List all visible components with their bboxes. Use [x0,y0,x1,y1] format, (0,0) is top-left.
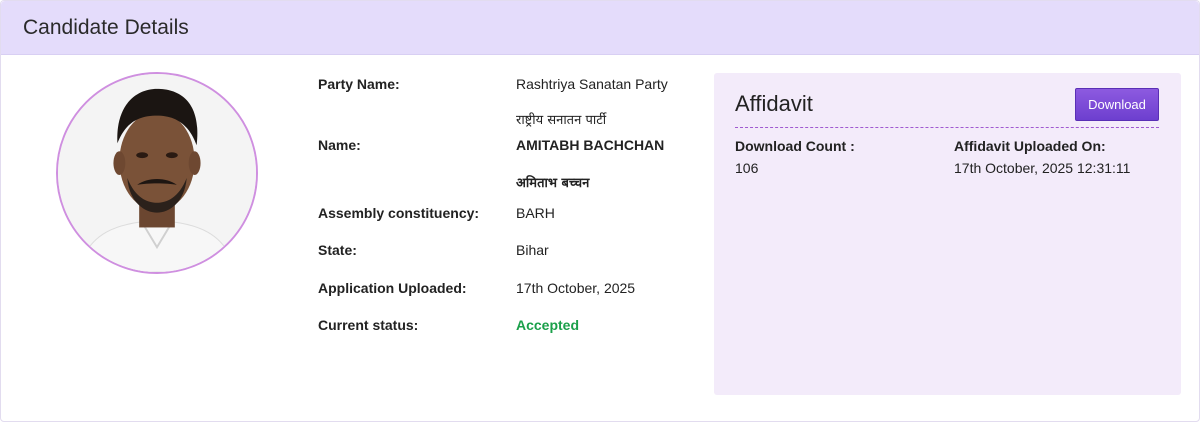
affidavit-uploaded-on-value: 17th October, 2025 12:31:11 [954,160,1131,176]
name-value-hindi: अमिताभ बच्चन [516,176,590,191]
affidavit-panel: Affidavit Download Download Count : 106 … [714,73,1181,395]
page-title: Candidate Details [23,16,189,39]
download-count-value: 106 [735,160,759,176]
download-count-label: Download Count : [735,138,855,154]
application-uploaded-label: Application Uploaded: [318,280,467,296]
download-button[interactable]: Download [1075,88,1159,121]
constituency-value: BARH [516,205,555,221]
party-name-value-hindi: राष्ट्रीय सनातन पार्टी [516,113,607,128]
party-name-label: Party Name: [318,76,400,92]
affidavit-uploaded-on-label: Affidavit Uploaded On: [954,138,1106,154]
status-badge: Accepted [516,317,580,333]
state-value: Bihar [516,242,549,258]
name-value: AMITABH BACHCHAN [516,137,665,153]
card-header: Candidate Details [1,1,1199,55]
name-label: Name: [318,137,361,153]
candidate-details-card: Candidate Details Party Name: Rashtriya … [0,0,1200,422]
party-name-value: Rashtriya Sanatan Party [516,76,668,92]
constituency-label: Assembly constituency: [318,205,480,221]
candidate-photo [56,72,258,274]
current-status-label: Current status: [318,317,419,333]
application-uploaded-value: 17th October, 2025 [516,280,636,296]
affidavit-divider [735,127,1159,128]
affidavit-title: Affidavit [735,91,813,116]
state-label: State: [318,242,357,258]
